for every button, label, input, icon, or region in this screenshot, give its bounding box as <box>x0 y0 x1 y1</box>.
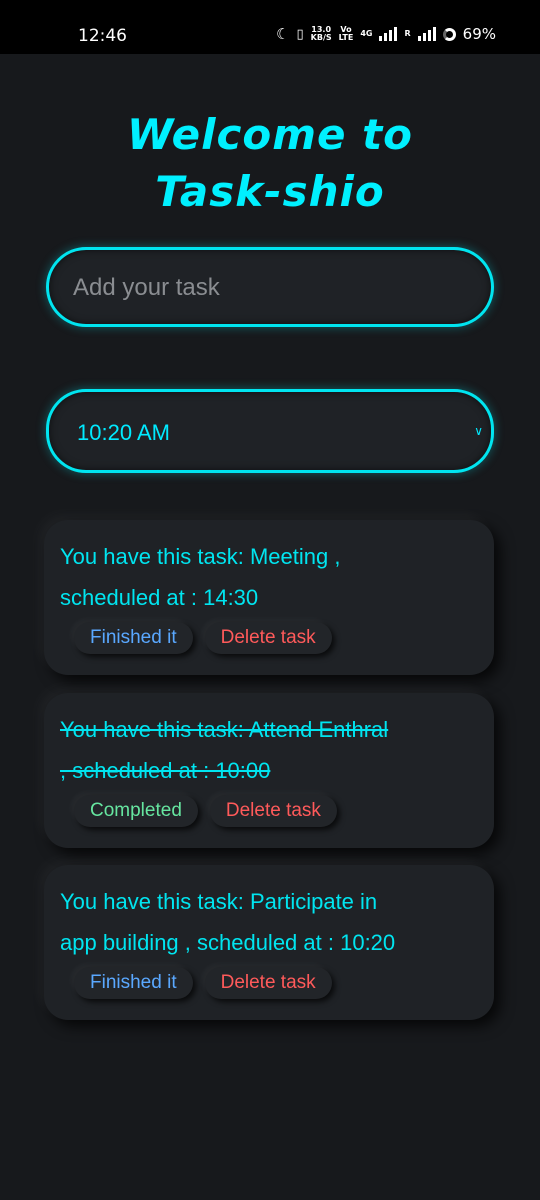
task-text-line: scheduled at : 14:30 <box>60 585 259 610</box>
task-text-line: app building , scheduled at : 10:20 <box>60 930 396 955</box>
moon-icon: ☾ <box>276 25 290 43</box>
task-text-line: You have this task: Participate in <box>60 889 378 914</box>
task-text-line: , scheduled at : 10:00 <box>60 758 271 783</box>
vibrate-icon: ▯ <box>296 26 304 42</box>
volte-badge: Vo LTE <box>339 26 354 42</box>
task-actions: Finished it Delete task <box>74 622 478 654</box>
task-card: You have this task: Meeting , scheduled … <box>44 520 494 675</box>
title-line-1: Welcome to <box>126 110 414 159</box>
task-text-line: You have this task: Attend Enthral <box>60 717 389 742</box>
chevron-down-icon: ∨ <box>474 424 483 438</box>
roaming-badge: R <box>404 29 411 38</box>
task-actions: Finished it Delete task <box>74 967 478 999</box>
status-time: 12:46 <box>78 26 127 46</box>
completed-task-button[interactable]: Completed <box>74 795 198 827</box>
delete-task-button[interactable]: Delete task <box>204 622 332 654</box>
task-card: You have this task: Participate in app b… <box>44 865 494 1020</box>
task-input-wrapper <box>46 247 494 327</box>
page-title: Welcome to Task-shio <box>0 106 540 220</box>
task-text: You have this task: Attend Enthral , sch… <box>60 709 478 791</box>
delete-task-button[interactable]: Delete task <box>204 967 332 999</box>
net-speed-unit: KB/S <box>310 33 332 42</box>
time-select[interactable]: 10:20 AM ∨ <box>46 389 494 473</box>
task-input[interactable] <box>71 250 465 326</box>
task-text-line: You have this task: Meeting , <box>60 544 341 569</box>
title-line-2: Task-shio <box>155 167 385 216</box>
battery-icon <box>442 27 456 41</box>
signal-icon-2 <box>417 27 436 41</box>
net-speed: 13.0 KB/S <box>311 26 332 42</box>
finish-task-button[interactable]: Finished it <box>74 967 193 999</box>
status-icons: ☾ ▯ 13.0 KB/S Vo LTE 4G R 69% <box>276 25 496 43</box>
volte-bottom: LTE <box>338 33 354 42</box>
delete-task-button[interactable]: Delete task <box>209 795 337 827</box>
task-text: You have this task: Meeting , scheduled … <box>60 536 478 618</box>
time-select-value: 10:20 AM <box>77 420 170 445</box>
task-card: You have this task: Attend Enthral , sch… <box>44 693 494 848</box>
finish-task-button[interactable]: Finished it <box>74 622 193 654</box>
battery-percent: 69% <box>462 25 496 43</box>
task-text: You have this task: Participate in app b… <box>60 881 478 963</box>
signal-icon <box>379 27 398 41</box>
network-type: 4G <box>360 29 373 38</box>
status-bar: 12:46 ☾ ▯ 13.0 KB/S Vo LTE 4G R 69% <box>0 0 540 54</box>
task-actions: Completed Delete task <box>74 795 478 827</box>
